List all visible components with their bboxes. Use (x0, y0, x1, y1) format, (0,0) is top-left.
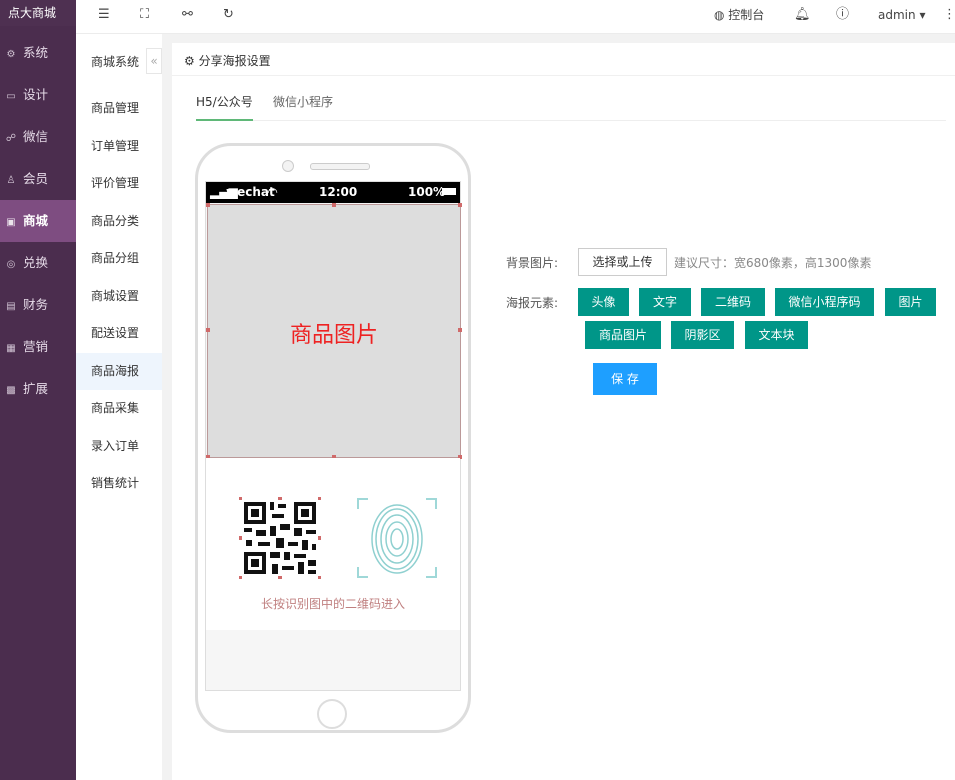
gear-icon: ⚙ (184, 54, 199, 68)
wifi-icon: ◠ (268, 185, 278, 199)
fullscreen-icon[interactable]: ⛶ (140, 0, 149, 30)
nav-item-shop[interactable]: ▣ 商城 (0, 200, 76, 242)
marketing-icon: ▦ (6, 343, 16, 354)
add-textblock-button[interactable]: 文本块 (745, 321, 808, 349)
nav-item-wechat[interactable]: ☍ 微信 (0, 116, 76, 158)
poster-elements-label: 海报元素: (506, 296, 559, 310)
nav-item-marketing[interactable]: ▦ 营销 (0, 326, 76, 368)
globe-icon: ◍ (714, 8, 729, 22)
save-button[interactable]: 保 存 (593, 363, 657, 395)
resize-handle[interactable] (206, 328, 210, 332)
nav-item-label: 会员 (23, 171, 49, 186)
monitor-icon: ▭ (6, 91, 16, 102)
background-image-label: 背景图片: (506, 256, 559, 270)
nav-item-system[interactable]: ⚙ 系统 (0, 32, 76, 74)
qrcode-tip: 长按识别图中的二维码进入 (260, 597, 405, 611)
add-avatar-button[interactable]: 头像 (578, 288, 629, 316)
poster-bottom-area: 长按识别图中的二维码进入 (206, 458, 460, 630)
brand-logo: 点大商城 (0, 0, 76, 26)
resize-handle[interactable] (332, 203, 336, 207)
phone-camera (282, 160, 294, 172)
main-sidebar: 点大商城 ⚙ 系统 ▭ 设计 ☍ 微信 ♙ 会员 ▣ 商城 ◎ 兑换 ▤ 财务 ▦ 营销 ▩ 扩展 (0, 0, 76, 780)
grid-icon: ▩ (6, 385, 16, 396)
page-title-text: 分享海报设置 (198, 54, 271, 68)
add-shadow-button[interactable]: 阴影区 (671, 321, 734, 349)
gear-icon: ⚙ (6, 49, 16, 60)
resize-handle[interactable] (458, 328, 462, 332)
phone-status-bar: ▂▄▆ wechat ◠ 12:00 100% (206, 182, 460, 203)
sub-nav-item[interactable]: 商品分类 (76, 203, 162, 240)
console-label: 控制台 (728, 8, 765, 22)
help-icon[interactable]: ⓘ (836, 0, 849, 30)
nav-item-label: 财务 (23, 297, 49, 312)
nav-item-label: 系统 (23, 45, 49, 60)
add-text-button[interactable]: 文字 (639, 288, 691, 316)
shop-icon: ▣ (6, 217, 16, 228)
goods-image-label: 商品图片 (289, 323, 378, 348)
qrcode-element[interactable] (239, 497, 321, 579)
nav-item-label: 兑换 (23, 255, 49, 270)
caret-down-icon: ▾ (919, 8, 926, 22)
upload-button[interactable]: 选择或上传 (578, 248, 667, 276)
exchange-icon: ◎ (6, 259, 16, 270)
nav-item-finance[interactable]: ▤ 财务 (0, 284, 76, 326)
panel-header: ⚙ 分享海报设置 (172, 43, 955, 76)
resize-handle[interactable] (206, 203, 210, 207)
phone-home-button (317, 699, 347, 729)
fingerprint-icon (357, 498, 437, 578)
sub-sidebar: 商城系统 商品管理 订单管理 评价管理 商品分类 商品分组 商城设置 配送设置 … (76, 34, 162, 780)
more-icon[interactable]: ⋮ (943, 0, 955, 30)
clock-label: 12:00 (319, 185, 358, 199)
username: admin (878, 8, 916, 22)
refresh-icon[interactable]: ↻ (223, 0, 234, 30)
battery-label: 100% (408, 185, 446, 199)
top-header: ☰ ⛶ ⚯ ↻ ◍ 控制台 🔔︎ ⓘ admin ▾ ⋮ (76, 0, 955, 34)
bell-icon[interactable]: 🔔︎ (794, 0, 811, 30)
nav-item-exchange[interactable]: ◎ 兑换 (0, 242, 76, 284)
add-goods-image-button[interactable]: 商品图片 (585, 321, 661, 349)
wechat-icon: ☍ (5, 133, 17, 144)
goods-image-element[interactable]: 商品图片 (206, 203, 462, 459)
tab-miniprogram[interactable]: 微信小程序 (273, 93, 333, 119)
sub-nav-item[interactable]: 商品分组 (76, 240, 162, 277)
page-title: ⚙ 分享海报设置 (184, 52, 271, 69)
user-menu[interactable]: admin ▾ (878, 0, 925, 30)
phone-speaker (310, 163, 370, 170)
nav-item-label: 微信 (23, 129, 49, 144)
sub-nav-item[interactable]: 商品管理 (76, 90, 162, 127)
main-panel: ⚙ 分享海报设置 H5/公众号 微信小程序 ▂▄▆ wechat ◠ 12:00… (172, 43, 955, 780)
sub-nav-item[interactable]: 商品采集 (76, 390, 162, 427)
nav-item-extend[interactable]: ▩ 扩展 (0, 368, 76, 410)
add-image-button[interactable]: 图片 (885, 288, 936, 316)
sub-nav-item[interactable]: 评价管理 (76, 165, 162, 202)
tab-h5[interactable]: H5/公众号 (196, 93, 253, 121)
sub-nav-item[interactable]: 录入订单 (76, 428, 162, 465)
nav-item-member[interactable]: ♙ 会员 (0, 158, 76, 200)
sub-nav-item[interactable]: 商城设置 (76, 278, 162, 315)
sub-sidebar-title: 商城系统 (91, 55, 140, 69)
nav-item-label: 扩展 (23, 381, 49, 396)
add-miniprogram-code-button[interactable]: 微信小程序码 (775, 288, 874, 316)
sub-nav-item[interactable]: 销售统计 (76, 465, 162, 502)
nav-item-label: 营销 (23, 339, 49, 354)
console-link[interactable]: ◍ 控制台 (714, 0, 764, 30)
link-icon[interactable]: ⚯ (182, 0, 193, 30)
sub-nav-item[interactable]: 订单管理 (76, 128, 162, 165)
finance-icon: ▤ (6, 301, 16, 312)
size-hint: 建议尺寸：宽680像素，高1300像素 (674, 256, 872, 270)
sub-nav-item[interactable]: 配送设置 (76, 315, 162, 352)
resize-handle[interactable] (458, 203, 462, 207)
tab-bar: H5/公众号 微信小程序 (196, 93, 946, 121)
collapse-sidebar-icon[interactable]: « (146, 48, 162, 74)
battery-icon (442, 188, 456, 195)
nav-item-label: 设计 (23, 87, 49, 102)
add-qrcode-button[interactable]: 二维码 (701, 288, 765, 316)
phone-preview: ▂▄▆ wechat ◠ 12:00 100% 商品图片 长按识别图中的二维码进… (195, 143, 471, 733)
sub-nav-item-active[interactable]: 商品海报 (76, 353, 162, 390)
nav-item-design[interactable]: ▭ 设计 (0, 74, 76, 116)
user-icon: ♙ (6, 175, 16, 186)
menu-fold-icon[interactable]: ☰ (98, 0, 110, 30)
phone-screen: ▂▄▆ wechat ◠ 12:00 100% 商品图片 长按识别图中的二维码进… (205, 181, 462, 691)
nav-item-label: 商城 (23, 213, 49, 228)
